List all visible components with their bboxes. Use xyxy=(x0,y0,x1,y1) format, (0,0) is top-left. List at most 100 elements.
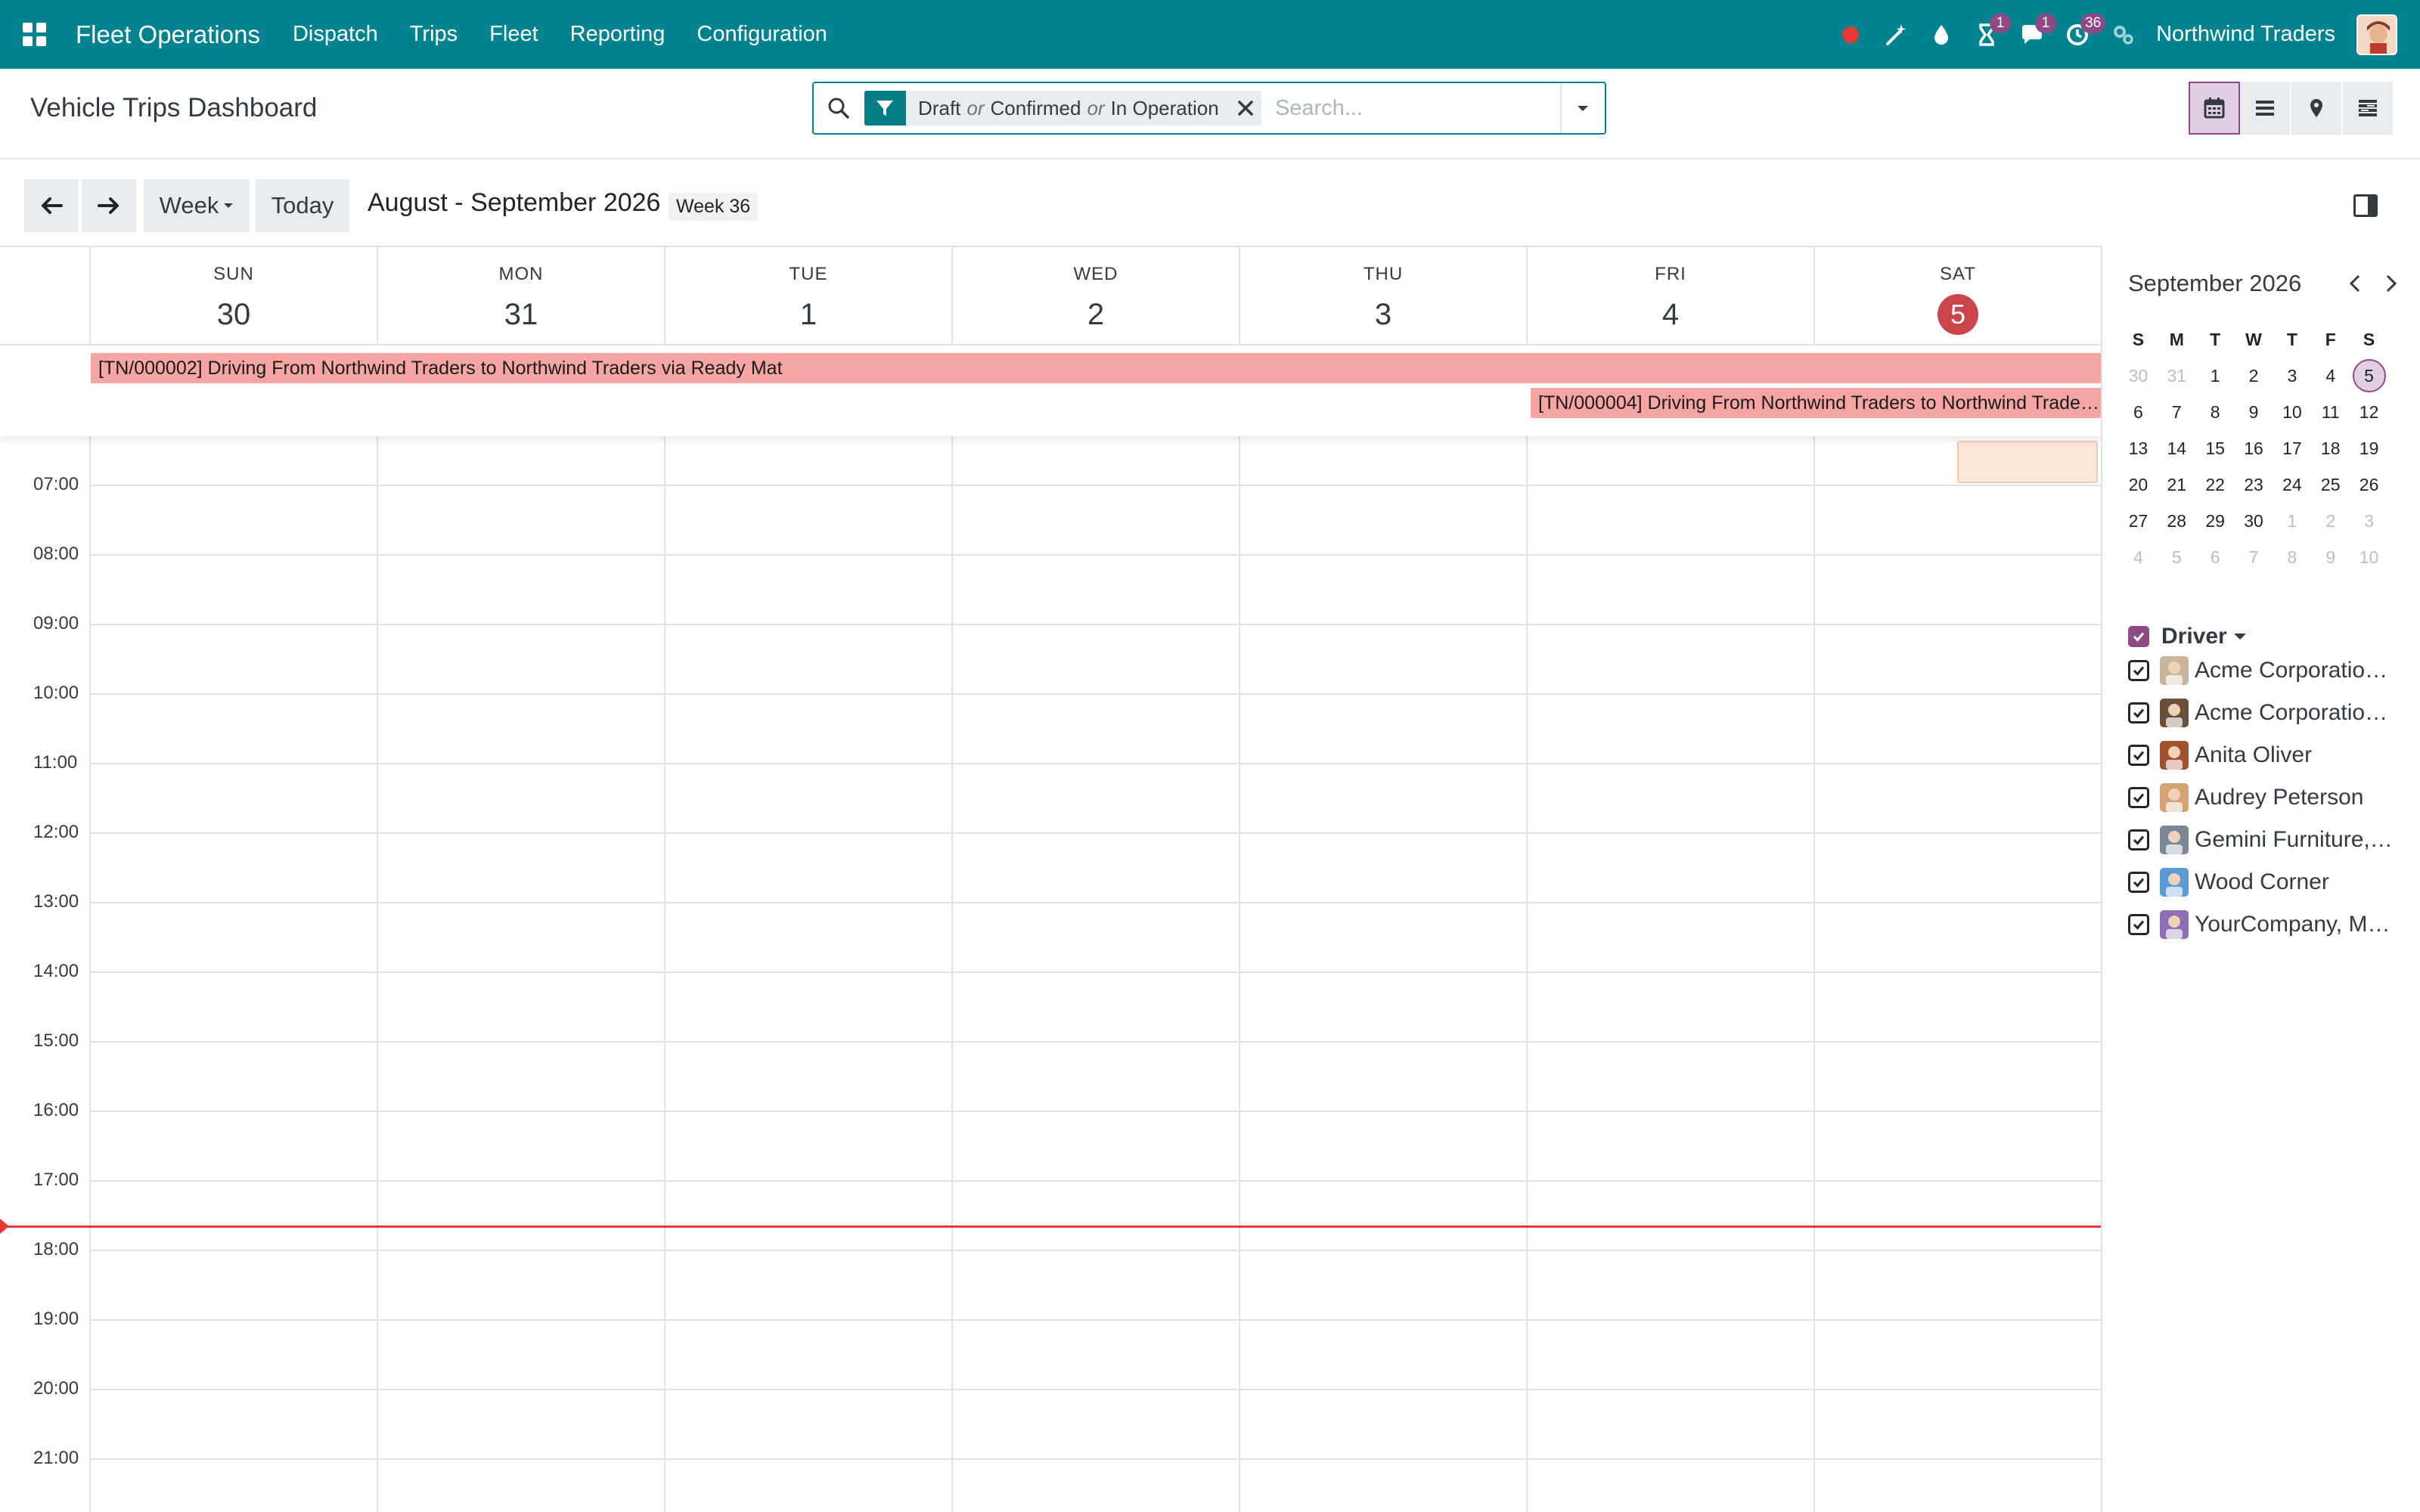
checkbox-checked-icon[interactable] xyxy=(2128,914,2149,935)
company-switcher[interactable]: Northwind Traders xyxy=(2156,22,2335,47)
settings-gears-icon[interactable] xyxy=(2100,0,2145,69)
mini-day[interactable]: 25 xyxy=(2311,468,2350,501)
mini-prev-chevron-icon[interactable] xyxy=(2340,268,2370,299)
mini-day[interactable]: 10 xyxy=(2350,541,2388,574)
driver-filter-item[interactable]: Acme Corporation, Joel Willis xyxy=(2128,696,2393,730)
driver-filter-item[interactable]: Audrey Peterson xyxy=(2128,781,2393,814)
mini-day[interactable]: 4 xyxy=(2119,541,2158,574)
mini-day[interactable]: 18 xyxy=(2311,432,2350,465)
menu-trips[interactable]: Trips xyxy=(394,22,473,47)
day-header[interactable]: SAT 5 xyxy=(1813,247,2101,344)
mini-day[interactable]: 9 xyxy=(2311,541,2350,574)
mini-day[interactable]: 7 xyxy=(2158,395,2196,429)
mini-day[interactable]: 31 xyxy=(2158,359,2196,392)
mini-day[interactable]: 2 xyxy=(2311,504,2350,538)
previous-arrow-icon[interactable] xyxy=(24,179,79,232)
mini-day[interactable]: 1 xyxy=(2273,504,2311,538)
mini-day[interactable]: 15 xyxy=(2196,432,2235,465)
record-dot-icon[interactable] xyxy=(1828,0,1873,69)
mini-day[interactable]: 19 xyxy=(2350,432,2388,465)
driver-filter-header[interactable]: Driver xyxy=(2128,624,2247,649)
drop-icon[interactable] xyxy=(1919,0,1964,69)
mini-day[interactable]: 23 xyxy=(2235,468,2273,501)
mini-day[interactable]: 8 xyxy=(2196,395,2235,429)
mini-day[interactable]: 27 xyxy=(2119,504,2158,538)
checkbox-checked-icon[interactable] xyxy=(2128,745,2149,766)
mini-day-selected[interactable]: 5 xyxy=(2350,359,2388,392)
trip-event[interactable]: [TN/000002] Driving From Northwind Trade… xyxy=(91,353,2101,383)
day-header[interactable]: THU 3 xyxy=(1239,247,1526,344)
magic-wand-icon[interactable] xyxy=(1873,0,1919,69)
mini-day[interactable]: 16 xyxy=(2235,432,2273,465)
menu-fleet[interactable]: Fleet xyxy=(473,22,554,47)
updates-clock-icon[interactable]: 36 xyxy=(2055,0,2106,69)
menu-configuration[interactable]: Configuration xyxy=(681,22,843,47)
search-options-toggle-icon[interactable] xyxy=(1559,83,1605,133)
mini-day[interactable]: 24 xyxy=(2273,468,2311,501)
driver-filter-item[interactable]: Anita Oliver xyxy=(2128,739,2393,772)
mini-day[interactable]: 4 xyxy=(2311,359,2350,392)
mini-day[interactable]: 6 xyxy=(2196,541,2235,574)
mini-day[interactable]: 1 xyxy=(2196,359,2235,392)
mini-day[interactable]: 6 xyxy=(2119,395,2158,429)
mini-day[interactable]: 21 xyxy=(2158,468,2196,501)
driver-filter-item[interactable]: Acme Corporation, Tom Baker xyxy=(2128,654,2393,687)
mini-day[interactable]: 17 xyxy=(2273,432,2311,465)
mini-day[interactable]: 14 xyxy=(2158,432,2196,465)
today-button[interactable]: Today xyxy=(256,179,349,232)
trip-event[interactable]: [TN/000004] Driving From Northwind Trade… xyxy=(1531,388,2101,418)
day-header[interactable]: MON 31 xyxy=(377,247,664,344)
next-arrow-icon[interactable] xyxy=(82,179,136,232)
user-avatar[interactable] xyxy=(2356,14,2397,55)
checkbox-checked-icon[interactable] xyxy=(2128,872,2149,893)
mini-day[interactable]: 30 xyxy=(2235,504,2273,538)
mini-day[interactable]: 2 xyxy=(2235,359,2273,392)
scale-dropdown[interactable]: Week xyxy=(144,179,250,232)
mini-day[interactable]: 5 xyxy=(2158,541,2196,574)
checkbox-checked-icon[interactable] xyxy=(2128,787,2149,808)
menu-reporting[interactable]: Reporting xyxy=(554,22,681,47)
mini-day[interactable]: 29 xyxy=(2196,504,2235,538)
checkbox-checked-icon[interactable] xyxy=(2128,660,2149,681)
mini-next-chevron-icon[interactable] xyxy=(2376,268,2406,299)
driver-filter-item[interactable]: Wood Corner xyxy=(2128,866,2393,899)
day-header[interactable]: SUN 30 xyxy=(89,247,377,344)
day-header[interactable]: TUE 1 xyxy=(664,247,951,344)
mini-day[interactable]: 3 xyxy=(2350,504,2388,538)
mini-day[interactable]: 22 xyxy=(2196,468,2235,501)
mini-day[interactable]: 8 xyxy=(2273,541,2311,574)
trip-event-slot[interactable] xyxy=(1957,441,2098,483)
mini-day[interactable]: 13 xyxy=(2119,432,2158,465)
time-grid[interactable]: 07:00 08:00 09:00 10:00 11:00 12:00 13:00 14:00… xyxy=(0,436,2101,1512)
mini-day[interactable]: 11 xyxy=(2311,395,2350,429)
messages-icon[interactable]: 1 xyxy=(2009,0,2057,69)
mini-day[interactable]: 20 xyxy=(2119,468,2158,501)
mini-day[interactable]: 3 xyxy=(2273,359,2311,392)
list-view-icon[interactable] xyxy=(2240,82,2291,135)
checkbox-checked-icon[interactable] xyxy=(2128,829,2149,850)
map-view-icon[interactable] xyxy=(2291,82,2343,135)
checkbox-checked-icon[interactable] xyxy=(2128,626,2149,647)
gantt-view-icon[interactable] xyxy=(2343,82,2394,135)
mini-day[interactable]: 7 xyxy=(2235,541,2273,574)
driver-filter-item[interactable]: Gemini Furniture, Edwin Hansen xyxy=(2128,823,2393,857)
day-header[interactable]: FRI 4 xyxy=(1526,247,1813,344)
day-header[interactable]: WED 2 xyxy=(951,247,1239,344)
toggle-sidebar-icon[interactable] xyxy=(2353,194,2378,217)
app-name[interactable]: Fleet Operations xyxy=(76,20,260,49)
mini-day[interactable]: 9 xyxy=(2235,395,2273,429)
driver-filter-item[interactable]: YourCompany, Marc Demo xyxy=(2128,908,2393,941)
facet-remove-icon[interactable] xyxy=(1230,91,1261,125)
search-input[interactable] xyxy=(1261,83,1560,133)
mini-day[interactable]: 12 xyxy=(2350,395,2388,429)
search-icon[interactable] xyxy=(814,83,864,133)
apps-menu-icon[interactable] xyxy=(0,0,68,69)
mini-day[interactable]: 26 xyxy=(2350,468,2388,501)
calendar-view-icon[interactable] xyxy=(2189,82,2240,135)
menu-dispatch[interactable]: Dispatch xyxy=(277,22,394,47)
activity-hourglass-icon[interactable]: 1 xyxy=(1964,0,2012,69)
mini-day[interactable]: 28 xyxy=(2158,504,2196,538)
checkbox-checked-icon[interactable] xyxy=(2128,702,2149,723)
mini-day[interactable]: 10 xyxy=(2273,395,2311,429)
mini-day[interactable]: 30 xyxy=(2119,359,2158,392)
